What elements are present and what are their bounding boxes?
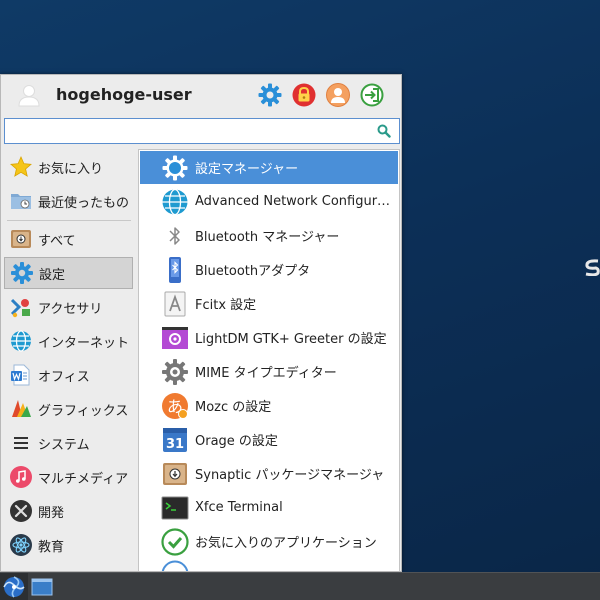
app-advanced-network[interactable]: Advanced Network Configur… bbox=[140, 185, 398, 218]
settings-manager-icon bbox=[162, 155, 188, 180]
settings-button[interactable] bbox=[257, 82, 283, 108]
category-recent[interactable]: 最近使ったもの bbox=[4, 185, 133, 217]
switch-user-button[interactable] bbox=[325, 82, 351, 108]
category-accessories[interactable]: アクセサリ bbox=[4, 291, 133, 323]
logout-icon bbox=[360, 83, 384, 107]
category-label: 開発 bbox=[38, 505, 65, 521]
app-label: MIME タイプエディター bbox=[195, 366, 337, 381]
multimedia-icon bbox=[10, 466, 32, 488]
category-label: マルチメディア bbox=[38, 471, 129, 487]
fcitx-icon bbox=[164, 291, 186, 316]
category-label: システム bbox=[38, 437, 90, 453]
next-app-partial-icon bbox=[161, 560, 189, 571]
search-icon bbox=[377, 124, 391, 138]
category-label: 設定 bbox=[39, 267, 66, 283]
category-development[interactable]: 開発 bbox=[4, 495, 133, 527]
app-label: Xfce Terminal bbox=[195, 500, 283, 515]
favorite-apps-icon bbox=[161, 527, 189, 556]
lightdm-icon bbox=[162, 326, 188, 349]
system-icon bbox=[14, 437, 28, 449]
search-input[interactable] bbox=[9, 121, 369, 141]
taskbar bbox=[0, 572, 600, 600]
category-all[interactable]: すべて bbox=[4, 223, 133, 255]
category-label: 最近使ったもの bbox=[38, 195, 130, 211]
category-label: インターネット bbox=[38, 335, 130, 351]
mime-editor-icon bbox=[162, 358, 188, 385]
app-mime-editor[interactable]: MIME タイプエディター bbox=[140, 355, 398, 388]
education-icon bbox=[10, 534, 32, 556]
username: hogehoge-user bbox=[56, 85, 192, 104]
menu-header: hogehoge-user bbox=[1, 75, 401, 115]
application-list: 設定マネージャー Advanced Network Configur… Blue… bbox=[138, 149, 400, 571]
accessories-icon bbox=[10, 298, 30, 318]
development-icon bbox=[10, 500, 32, 522]
lock-icon bbox=[292, 83, 316, 107]
network-config-icon bbox=[162, 188, 188, 215]
app-bluetooth-adapter[interactable]: Bluetoothアダプタ bbox=[140, 253, 398, 286]
app-orage-settings[interactable]: 31 Orage の設定 bbox=[140, 423, 398, 456]
switch-user-icon bbox=[326, 83, 350, 107]
internet-globe-icon bbox=[11, 330, 31, 352]
app-label: 設定マネージャー bbox=[195, 162, 299, 177]
app-label: Synaptic パッケージマネージャ bbox=[195, 468, 385, 483]
app-label: Bluetoothアダプタ bbox=[195, 264, 311, 279]
app-bluetooth-manager[interactable]: Bluetooth マネージャー bbox=[140, 219, 398, 252]
app-label: Advanced Network Configur… bbox=[195, 194, 391, 209]
category-label: お気に入り bbox=[38, 161, 104, 177]
star-icon bbox=[10, 156, 32, 177]
category-settings[interactable]: 設定 bbox=[4, 257, 133, 289]
app-mozc-settings[interactable]: あ Mozc の設定 bbox=[140, 389, 398, 422]
category-favorites[interactable]: お気に入り bbox=[4, 151, 133, 183]
category-system[interactable]: システム bbox=[4, 427, 133, 459]
app-synaptic[interactable]: Synaptic パッケージマネージャ bbox=[140, 457, 398, 490]
category-separator bbox=[7, 220, 131, 221]
app-xfce-terminal[interactable]: Xfce Terminal bbox=[140, 491, 398, 524]
office-icon bbox=[11, 364, 30, 386]
category-education[interactable]: 教育 bbox=[4, 529, 133, 561]
category-label: オフィス bbox=[38, 369, 90, 385]
category-list: お気に入り 最近使ったもの すべて 設定 アクセサリ インターネット オフィス … bbox=[1, 149, 136, 571]
category-internet[interactable]: インターネット bbox=[4, 325, 133, 357]
recent-folder-icon bbox=[11, 194, 31, 209]
start-menu-icon bbox=[3, 576, 25, 598]
orage-calendar-icon: 31 bbox=[163, 427, 187, 452]
settings-gear-icon bbox=[11, 262, 33, 284]
category-multimedia[interactable]: マルチメディア bbox=[4, 461, 133, 493]
category-label: すべて bbox=[38, 233, 76, 249]
app-lightdm-greeter[interactable]: LightDM GTK+ Greeter の設定 bbox=[140, 321, 398, 354]
synaptic-icon bbox=[163, 462, 187, 485]
app-settings-manager[interactable]: 設定マネージャー bbox=[140, 151, 398, 184]
category-graphics[interactable]: グラフィックス bbox=[4, 393, 133, 425]
category-office[interactable]: オフィス bbox=[4, 359, 133, 391]
app-label: Orage の設定 bbox=[195, 434, 278, 449]
desktop-icon-fragment bbox=[585, 259, 600, 276]
show-desktop-icon[interactable] bbox=[31, 577, 53, 597]
app-favorite-applications[interactable]: お気に入りのアプリケーション bbox=[140, 525, 398, 558]
whisker-menu: hogehoge-user お気に入り 最近使ったもの すべて 設定 アクセサリ… bbox=[0, 74, 402, 572]
search-box bbox=[4, 118, 400, 144]
category-label: アクセサリ bbox=[38, 301, 103, 317]
app-fcitx-settings[interactable]: Fcitx 設定 bbox=[140, 287, 398, 320]
app-label: お気に入りのアプリケーション bbox=[195, 536, 377, 551]
bluetooth-manager-icon bbox=[169, 226, 180, 245]
app-label: Bluetooth マネージャー bbox=[195, 230, 340, 245]
app-label: LightDM GTK+ Greeter の設定 bbox=[195, 332, 387, 347]
graphics-icon bbox=[12, 400, 31, 417]
mozc-icon: あ bbox=[162, 392, 188, 419]
app-label: Mozc の設定 bbox=[195, 400, 272, 415]
start-menu-button[interactable] bbox=[0, 573, 28, 600]
user-avatar-icon bbox=[18, 85, 40, 107]
calendar-day: 31 bbox=[166, 437, 184, 452]
bluetooth-adapter-icon bbox=[169, 256, 181, 283]
app-label: Fcitx 設定 bbox=[195, 298, 257, 313]
terminal-icon bbox=[161, 496, 189, 519]
settings-icon bbox=[258, 83, 282, 107]
category-label: グラフィックス bbox=[38, 403, 129, 419]
all-apps-icon bbox=[11, 230, 31, 248]
category-label: 教育 bbox=[38, 539, 65, 555]
lock-screen-button[interactable] bbox=[291, 82, 317, 108]
logout-button[interactable] bbox=[359, 82, 385, 108]
